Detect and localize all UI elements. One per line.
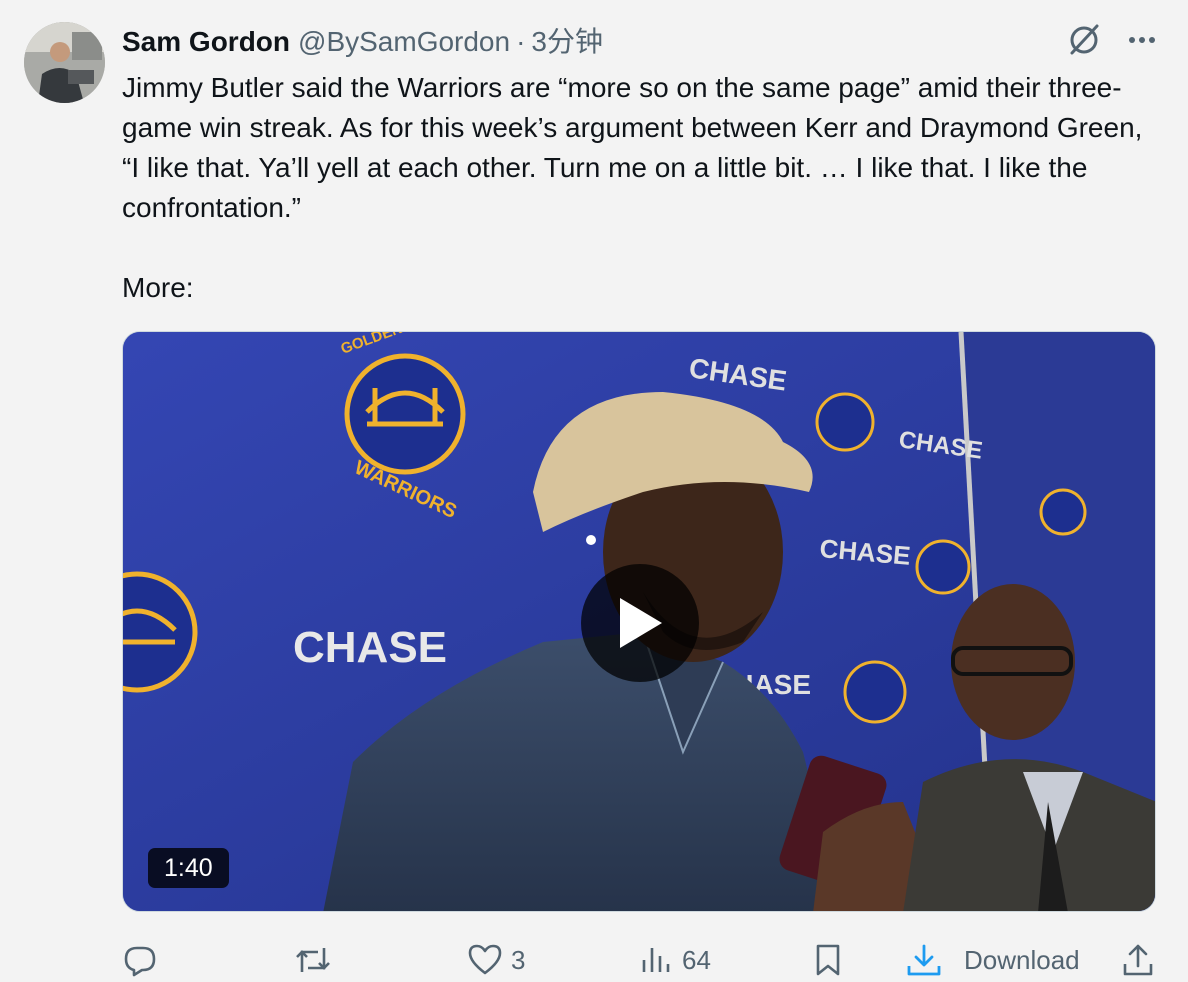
bookmark-icon	[816, 944, 840, 976]
grok-icon[interactable]	[1066, 22, 1102, 63]
tweet-actions: 3 64 Download	[0, 938, 1188, 982]
reply-button[interactable]	[122, 938, 166, 982]
play-button[interactable]	[581, 564, 699, 682]
download-button[interactable]: Download	[904, 938, 1080, 982]
header-separator: ·	[516, 26, 526, 57]
share-icon	[1123, 944, 1153, 976]
share-button[interactable]	[1120, 938, 1156, 982]
play-icon	[620, 598, 662, 648]
download-label: Download	[964, 944, 1080, 975]
retweet-button[interactable]	[294, 938, 340, 982]
views-button[interactable]: 64	[640, 938, 711, 982]
views-icon	[642, 948, 670, 972]
video-duration: 1:40	[148, 848, 229, 888]
like-count: 3	[511, 944, 526, 975]
author-name[interactable]: Sam Gordon	[122, 24, 290, 60]
more-icon[interactable]	[1126, 24, 1158, 61]
heart-icon	[468, 944, 502, 975]
bookmark-button[interactable]	[810, 938, 846, 982]
tweet-text: Jimmy Butler said the Warriors are “more…	[122, 72, 1143, 303]
video-player[interactable]: CHASE CHASE CHASE CHASE CHASE GOLDEN STA…	[122, 331, 1156, 912]
view-count: 64	[682, 944, 711, 975]
like-button[interactable]: 3	[467, 938, 525, 982]
tweet-header: Sam Gordon @BySamGordon · 3分钟	[122, 24, 603, 60]
download-icon	[907, 944, 941, 976]
retweet-icon	[296, 948, 330, 972]
avatar-photo	[24, 22, 105, 103]
reply-icon	[124, 946, 156, 977]
tweet: Sam Gordon @BySamGordon · 3分钟 Jimmy Butl…	[0, 0, 1188, 982]
tweet-timestamp[interactable]: 3分钟	[531, 24, 603, 60]
header-actions	[1066, 22, 1158, 62]
backdrop-chase-text: CHASE	[293, 623, 447, 672]
avatar[interactable]	[24, 22, 105, 103]
author-handle[interactable]: @BySamGordon	[298, 24, 510, 60]
